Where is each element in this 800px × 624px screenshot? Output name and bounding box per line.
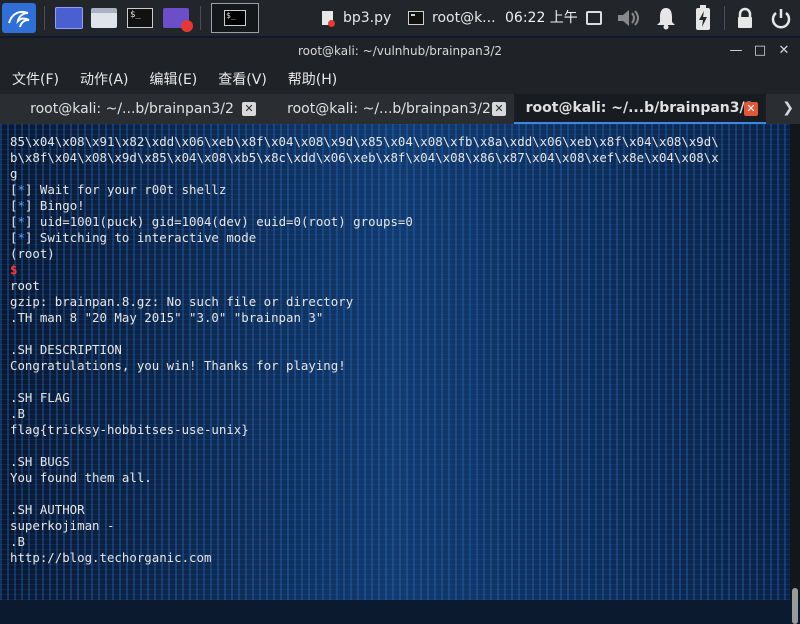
tab-2[interactable]: root@kali: ~/...b/brainpan3/2 ✕ <box>264 94 514 124</box>
terminal-line: .SH BUGS <box>10 454 70 469</box>
menu-bar: 文件(F) 动作(A) 编辑(E) 查看(V) 帮助(H) <box>0 64 800 94</box>
terminal-line: .SH FLAG <box>10 390 70 405</box>
tab-label: root@kali: ~/...b/brainpan3/2 <box>287 101 491 117</box>
task-terminal[interactable]: root@k... <box>408 2 496 34</box>
tab-label: root@kali: ~/...b/brainpan3/2 <box>525 100 755 116</box>
file-manager-icon[interactable] <box>90 4 118 32</box>
notifications-icon[interactable] <box>652 4 680 32</box>
terminal-line: You found them all. <box>10 470 152 485</box>
terminal-line: b\x8f\x04\x08\x9d\x85\x04\x08\xb5\x8c\xd… <box>10 150 719 165</box>
window-title: root@kali: ~/vulnhub/brainpan3/2 <box>297 44 503 58</box>
menu-file[interactable]: 文件(F) <box>12 69 59 89</box>
terminal-line: .TH man 8 "20 May 2015" "3.0" "brainpan … <box>10 310 324 325</box>
menu-help[interactable]: 帮助(H) <box>288 69 337 89</box>
clock[interactable]: 06:22 上午 <box>505 0 578 36</box>
terminal-line: .SH DESCRIPTION <box>10 342 122 357</box>
terminal-line: .B <box>10 534 25 549</box>
menu-edit[interactable]: 编辑(E) <box>150 69 198 89</box>
power-icon[interactable] <box>768 4 794 32</box>
task-bp3[interactable]: bp3.py <box>322 2 391 34</box>
tab-close-icon[interactable]: ✕ <box>242 102 256 116</box>
terminal-line: Congratulations, you win! Thanks for pla… <box>10 358 346 373</box>
minimize-icon[interactable]: — <box>728 43 744 59</box>
kali-menu-button[interactable] <box>2 3 36 33</box>
terminal-output[interactable]: 85\x04\x08\x91\x82\xdd\x06\xeb\x8f\x04\x… <box>0 124 790 600</box>
menu-action[interactable]: 动作(A) <box>80 69 129 89</box>
tab-1[interactable]: root@kali: ~/...b/brainpan3/2 ✕ <box>0 94 264 124</box>
battery-charging-icon[interactable] <box>690 4 716 32</box>
top-panel: $_ $_ bp3.py root@k... 06:22 上午 <box>0 0 800 36</box>
terminal-line: root <box>10 278 40 293</box>
terminal-line: flag{tricksy-hobbitses-use-unix} <box>10 422 249 437</box>
screen-recorder-icon[interactable] <box>162 4 193 32</box>
lock-icon[interactable] <box>733 4 757 32</box>
volume-icon[interactable] <box>614 4 644 32</box>
terminal-line: .SH AUTHOR <box>10 502 85 517</box>
terminal-launcher-icon[interactable]: $_ <box>126 4 154 32</box>
terminal-line: $ <box>10 262 18 277</box>
terminal-line: [*] Bingo! <box>10 198 85 213</box>
tab-bar: root@kali: ~/...b/brainpan3/2 ✕ root@kal… <box>0 94 800 124</box>
task-label: bp3.py <box>343 10 392 26</box>
terminal-line: g <box>10 166 18 181</box>
terminal-line: .B <box>10 406 25 421</box>
active-terminal-task[interactable]: $_ <box>211 3 259 33</box>
window-titlebar[interactable]: root@kali: ~/vulnhub/brainpan3/2 — □ ✕ <box>0 38 800 64</box>
terminal-line: 85\x04\x08\x91\x82\xdd\x06\xeb\x8f\x04\x… <box>10 134 719 149</box>
document-icon <box>322 11 335 27</box>
tab-label: root@kali: ~/...b/brainpan3/2 <box>30 101 234 117</box>
maximize-icon[interactable]: □ <box>752 43 768 59</box>
terminal-icon <box>408 11 424 25</box>
tab-close-icon[interactable]: ✕ <box>492 102 506 116</box>
terminal-window: root@kali: ~/vulnhub/brainpan3/2 — □ ✕ 文… <box>0 38 800 624</box>
terminal-line: http://blog.techorganic.com <box>10 550 212 565</box>
terminal-line: [*] Wait for your r00t shellz <box>10 182 227 197</box>
terminal-scrollbar[interactable] <box>790 124 800 624</box>
workspace-icon[interactable] <box>55 4 83 32</box>
terminal-line: gzip: brainpan.8.gz: No such file or dir… <box>10 294 354 309</box>
scrollbar-thumb[interactable] <box>792 588 798 624</box>
terminal-line: [*] Switching to interactive mode <box>10 230 257 245</box>
kali-dragon-icon <box>8 10 30 28</box>
terminal-line: superkojiman - <box>10 518 115 533</box>
chevron-right-icon[interactable]: ❯ <box>782 100 794 116</box>
menu-view[interactable]: 查看(V) <box>218 69 267 89</box>
task-label: root@k... <box>432 10 496 26</box>
tab-3-active[interactable]: root@kali: ~/...b/brainpan3/2 ✕ <box>514 94 766 124</box>
terminal-line: [*] uid=1001(puck) gid=1004(dev) euid=0(… <box>10 214 413 229</box>
terminal-line: (root) <box>10 246 55 261</box>
close-icon[interactable]: ✕ <box>776 43 792 59</box>
terminal-text: 85\x04\x08\x91\x82\xdd\x06\xeb\x8f\x04\x… <box>10 134 780 566</box>
display-icon[interactable] <box>584 4 604 32</box>
tab-close-icon[interactable]: ✕ <box>744 102 758 116</box>
